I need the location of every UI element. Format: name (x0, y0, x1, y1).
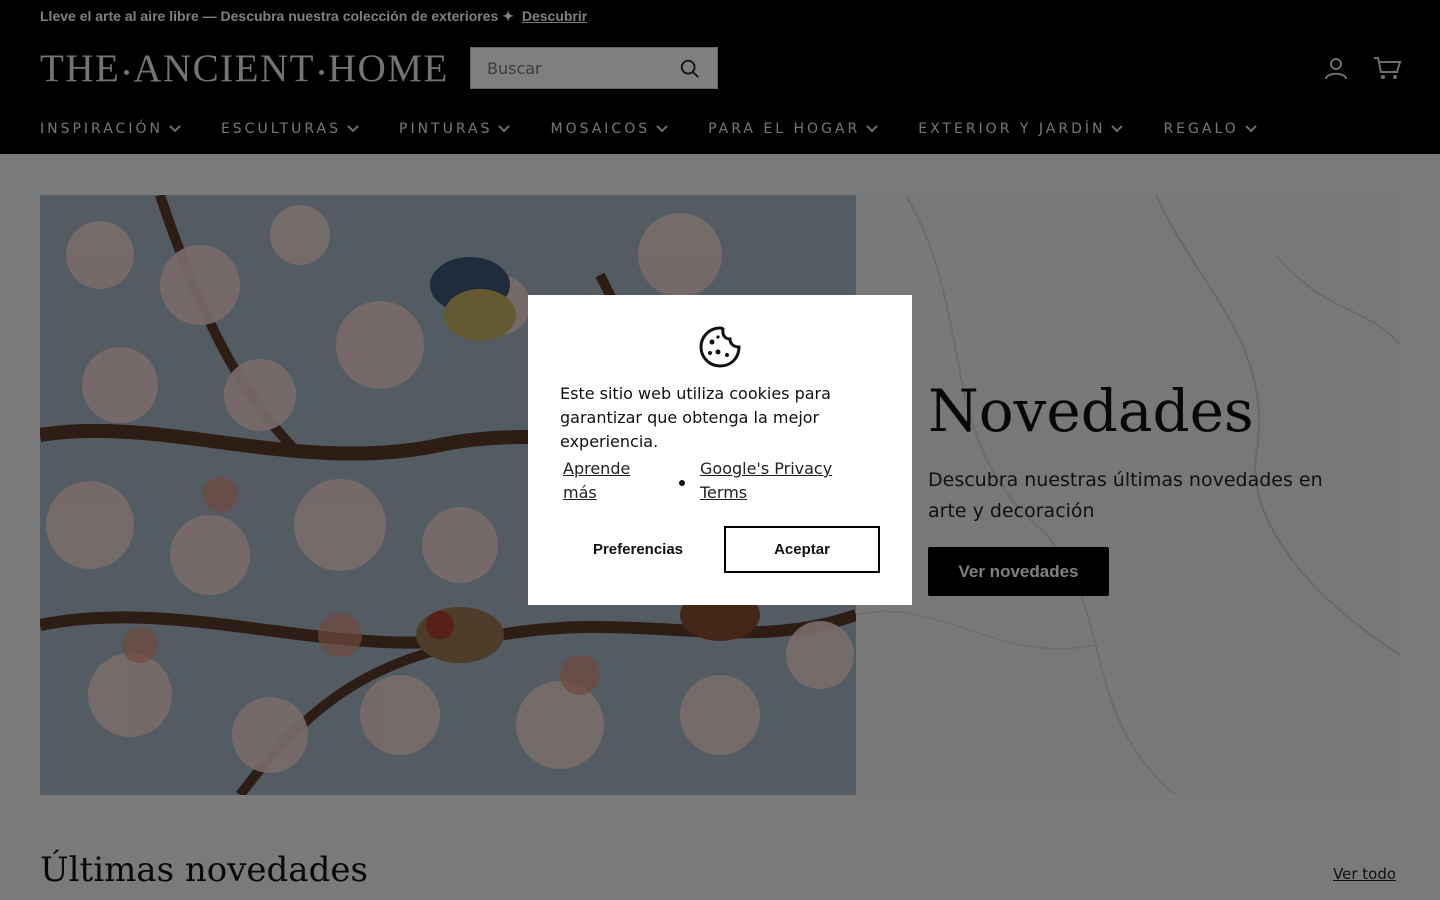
privacy-terms-link[interactable]: Google's Privacy Terms (700, 457, 860, 505)
learn-more-link[interactable]: Aprende más (563, 457, 653, 505)
accept-button[interactable]: Aceptar (724, 526, 880, 573)
cookie-consent-modal: Este sitio web utiliza cookies para gara… (528, 295, 912, 605)
preferences-button[interactable]: Preferencias (560, 526, 716, 572)
list-bullet (679, 480, 685, 486)
cookie-icon (699, 326, 741, 368)
cookie-message: Este sitio web utiliza cookies para gara… (560, 384, 831, 451)
